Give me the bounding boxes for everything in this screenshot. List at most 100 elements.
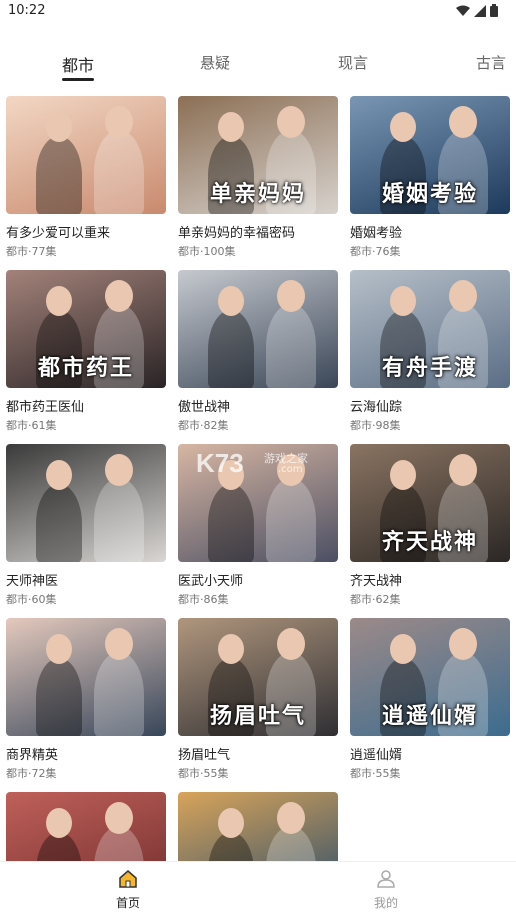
- cover-figure-head: [46, 112, 72, 142]
- drama-meta: 都市·62集: [350, 593, 401, 606]
- cover-figure-head: [390, 634, 416, 664]
- cover-figure-head: [46, 286, 72, 316]
- drama-card[interactable]: 扬眉吐气 扬眉吐气 都市·55集: [178, 618, 338, 780]
- drama-meta: 都市·55集: [350, 767, 401, 780]
- signal-icon: [474, 4, 486, 17]
- cover-figure: [36, 136, 82, 214]
- drama-title[interactable]: 都市药王医仙: [6, 396, 84, 415]
- drama-card[interactable]: 有多少爱可以重来都市·77集: [6, 96, 166, 258]
- drama-cover[interactable]: 妙手狂医: [178, 792, 338, 861]
- drama-cover[interactable]: [178, 270, 338, 388]
- cover-figure: [208, 310, 254, 388]
- cover-figure-head: [390, 286, 416, 316]
- cover-figure-head: [46, 808, 72, 838]
- drama-cover[interactable]: 逍遥仙婿: [350, 618, 510, 736]
- cover-figure-head: [105, 802, 133, 834]
- cover-figure: [266, 478, 316, 562]
- drama-meta: 都市·76集: [350, 245, 401, 258]
- drama-meta: 都市·61集: [6, 419, 57, 432]
- cover-figure: [94, 478, 144, 562]
- drama-title[interactable]: 扬眉吐气: [178, 744, 230, 763]
- drama-card[interactable]: 妙手狂医: [178, 792, 338, 861]
- drama-cover[interactable]: [6, 792, 166, 861]
- drama-meta: 都市·86集: [178, 593, 229, 606]
- drama-card[interactable]: 天师神医都市·60集: [6, 444, 166, 606]
- drama-card[interactable]: [6, 792, 166, 861]
- drama-title[interactable]: 单亲妈妈的幸福密码: [178, 222, 295, 241]
- nav-profile-label: 我的: [373, 896, 398, 910]
- drama-cover[interactable]: [6, 618, 166, 736]
- drama-cover[interactable]: 扬眉吐气: [178, 618, 338, 736]
- drama-card[interactable]: 商界精英都市·72集: [6, 618, 166, 780]
- cover-title-art: 单亲妈妈: [209, 181, 306, 207]
- cover-figure-head: [105, 280, 133, 312]
- drama-cover[interactable]: 单亲妈妈: [178, 96, 338, 214]
- cover-figure-head: [105, 628, 133, 660]
- drama-card[interactable]: 婚姻考验 婚姻考验 都市·76集: [350, 96, 510, 258]
- tab-guyan[interactable]: 古言: [476, 52, 506, 73]
- drama-meta: 都市·100集: [178, 245, 236, 258]
- cover-figure: [36, 484, 82, 562]
- cover-figure-head: [449, 106, 477, 138]
- watermark: K73 游戏之家 .com: [196, 448, 326, 478]
- tab-dushi[interactable]: 都市: [62, 52, 94, 76]
- drama-card[interactable]: 单亲妈妈单亲妈妈的幸福密码都市·100集: [178, 96, 338, 258]
- cover-figure-head: [46, 460, 72, 490]
- drama-title[interactable]: 云海仙踪: [350, 396, 402, 415]
- cover-figure-head: [449, 454, 477, 486]
- drama-card[interactable]: 都市药王都市药王医仙都市·61集: [6, 270, 166, 432]
- cover-title-art: 扬眉吐气: [209, 703, 306, 729]
- drama-title[interactable]: 婚姻考验: [350, 222, 402, 241]
- nav-home[interactable]: 首页: [98, 870, 158, 911]
- drama-cover[interactable]: [6, 96, 166, 214]
- drama-title[interactable]: 有多少爱可以重来: [6, 222, 110, 241]
- cover-title-art: 逍遥仙婿: [381, 703, 478, 729]
- cover-figure: [36, 658, 82, 736]
- drama-meta: 都市·77集: [6, 245, 57, 258]
- user-icon: [377, 870, 395, 888]
- drama-meta: 都市·55集: [178, 767, 229, 780]
- drama-title[interactable]: 商界精英: [6, 744, 58, 763]
- drama-cover[interactable]: 有舟手渡: [350, 270, 510, 388]
- cover-figure-head: [390, 460, 416, 490]
- status-bar: 10:22: [0, 0, 516, 24]
- cover-figure-head: [277, 280, 305, 312]
- drama-card[interactable]: 有舟手渡 云海仙踪 都市·98集: [350, 270, 510, 432]
- drama-cover[interactable]: [6, 444, 166, 562]
- battery-icon: [490, 4, 498, 17]
- drama-card[interactable]: 齐天战神 齐天战神 都市·62集: [350, 444, 510, 606]
- watermark-main: K73: [196, 448, 244, 478]
- drama-title[interactable]: 齐天战神: [350, 570, 402, 589]
- cover-figure-head: [449, 628, 477, 660]
- cover-figure-head: [277, 802, 305, 834]
- drama-cover[interactable]: 齐天战神: [350, 444, 510, 562]
- nav-profile[interactable]: 我的: [356, 870, 416, 911]
- drama-title[interactable]: 傲世战神: [178, 396, 230, 415]
- drama-meta: 都市·60集: [6, 593, 57, 606]
- drama-meta: 都市·72集: [6, 767, 57, 780]
- wifi-icon: [456, 5, 470, 16]
- drama-cover[interactable]: 都市药王: [6, 270, 166, 388]
- status-icons: [456, 4, 498, 17]
- cover-figure-head: [46, 634, 72, 664]
- tab-xuanyi[interactable]: 悬疑: [200, 52, 230, 73]
- cover-figure-head: [449, 280, 477, 312]
- cover-title-art: 都市药王: [37, 355, 134, 381]
- drama-card[interactable]: 傲世战神都市·82集: [178, 270, 338, 432]
- cover-figure-head: [390, 112, 416, 142]
- cover-figure: [266, 304, 316, 388]
- cover-figure: [94, 652, 144, 736]
- drama-title[interactable]: 医武小天师: [178, 570, 243, 589]
- drama-title[interactable]: 逍遥仙婿: [350, 744, 402, 763]
- drama-cover[interactable]: 婚姻考验: [350, 96, 510, 214]
- drama-grid: 有多少爱可以重来 都市·77集 单亲妈妈 单亲妈妈的幸福密码 都市·100集 婚姻考验 婚姻…: [0, 96, 516, 861]
- drama-card[interactable]: 逍遥仙婿 逍遥仙婿 都市·55集: [350, 618, 510, 780]
- drama-meta: 都市·82集: [178, 419, 229, 432]
- home-icon: [119, 870, 137, 888]
- cover-figure-head: [218, 634, 244, 664]
- drama-title[interactable]: 天师神医: [6, 570, 58, 589]
- cover-figure-head: [218, 112, 244, 142]
- cover-figure-head: [105, 454, 133, 486]
- tab-xianyan[interactable]: 现言: [338, 52, 368, 73]
- cover-figure-head: [105, 106, 133, 138]
